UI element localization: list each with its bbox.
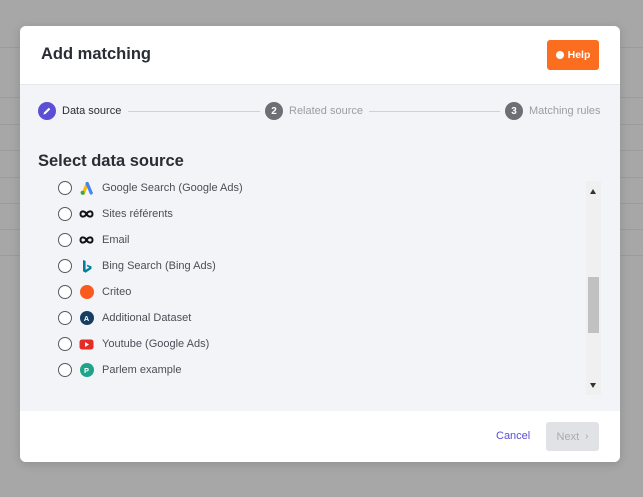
list-item[interactable]: Sites référents (58, 203, 173, 225)
radio-button[interactable] (58, 311, 72, 325)
source-label: Criteo (102, 286, 132, 298)
step-label: Data source (62, 105, 122, 117)
list-item[interactable]: P Parlem example (58, 359, 181, 381)
radio-button[interactable] (58, 259, 72, 273)
pencil-icon (38, 102, 56, 120)
infinity-icon (79, 233, 94, 248)
scroll-down-arrow-icon[interactable] (590, 383, 596, 388)
criteo-icon (79, 285, 94, 300)
radio-button[interactable] (58, 207, 72, 221)
help-dot-icon (555, 51, 564, 59)
help-button-label: Help (567, 49, 591, 61)
radio-button[interactable] (58, 285, 72, 299)
data-source-list: Google Search (Google Ads) Sites référen… (38, 181, 603, 395)
source-label: Additional Dataset (102, 312, 192, 324)
source-label: Sites référents (102, 208, 173, 220)
radio-button[interactable] (58, 181, 72, 195)
chevron-right-icon: › (585, 431, 589, 442)
letter-badge: P (79, 363, 94, 377)
infinity-icon (79, 207, 94, 222)
help-button[interactable]: Help (547, 40, 599, 70)
list-item[interactable]: Criteo (58, 281, 131, 303)
stepper: Data source 2 Related source 3 Matching … (20, 85, 620, 137)
step-label: Related source (289, 105, 363, 117)
modal-body: Data source 2 Related source 3 Matching … (20, 85, 620, 411)
step-data-source: Data source (38, 102, 121, 120)
step-number: 2 (265, 102, 283, 120)
source-label: Bing Search (Bing Ads) (102, 260, 216, 272)
bing-icon (79, 259, 94, 274)
youtube-icon (79, 337, 94, 352)
letter-badge: A (79, 311, 94, 325)
scroll-thumb[interactable] (588, 277, 599, 333)
list-item[interactable]: Youtube (Google Ads) (58, 333, 209, 355)
list-item[interactable]: Email (58, 229, 130, 251)
letter-badge-icon: A (79, 311, 94, 326)
scroll-up-arrow-icon[interactable] (590, 189, 596, 194)
add-matching-modal: Add matching Help Data source 2 Related … (20, 26, 620, 462)
modal-footer: Cancel Next › (20, 411, 620, 462)
source-label: Email (102, 234, 130, 246)
step-label: Matching rules (529, 105, 601, 117)
next-button[interactable]: Next › (546, 422, 599, 451)
letter-badge-icon: P (79, 363, 94, 378)
step-matching-rules: 3 Matching rules (505, 102, 601, 120)
cancel-button[interactable]: Cancel (496, 430, 530, 442)
step-related-source: 2 Related source (265, 102, 363, 120)
radio-button[interactable] (58, 233, 72, 247)
modal-title: Add matching (41, 45, 151, 63)
next-button-label: Next (556, 430, 580, 443)
list-item[interactable]: A Additional Dataset (58, 307, 191, 329)
list-scrollbar[interactable] (586, 181, 601, 395)
list-item[interactable]: Google Search (Google Ads) (58, 181, 243, 199)
step-number: 3 (505, 102, 523, 120)
source-label: Youtube (Google Ads) (102, 338, 210, 350)
step-connector (369, 111, 500, 112)
radio-button[interactable] (58, 363, 72, 377)
section-title: Select data source (38, 152, 184, 170)
radio-button[interactable] (58, 337, 72, 351)
source-label: Parlem example (102, 364, 182, 376)
list-item[interactable]: Bing Search (Bing Ads) (58, 255, 216, 277)
source-label: Google Search (Google Ads) (102, 182, 243, 194)
step-connector (128, 111, 260, 112)
modal-header: Add matching Help (20, 26, 620, 85)
google-ads-icon (79, 181, 94, 196)
